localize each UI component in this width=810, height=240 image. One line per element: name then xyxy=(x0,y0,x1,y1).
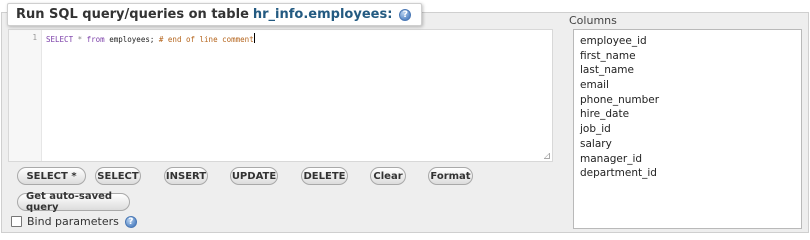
clear-button[interactable]: Clear xyxy=(370,167,406,185)
column-item[interactable]: email xyxy=(580,78,795,93)
columns-list[interactable]: employee_id first_name last_name email phone… xyxy=(573,29,802,229)
bind-parameters-label[interactable]: Bind parameters xyxy=(27,215,119,228)
format-button[interactable]: Format xyxy=(428,167,473,185)
select-button[interactable]: SELECT xyxy=(95,167,141,185)
sql-keyword-from: from xyxy=(86,35,105,44)
columns-title: Columns xyxy=(569,14,617,27)
sql-table-name: employees; xyxy=(109,35,155,44)
insert-button[interactable]: INSERT xyxy=(164,167,208,185)
update-button[interactable]: UPDATE xyxy=(230,167,278,185)
sql-comment: # end of line comment xyxy=(158,35,254,44)
get-autosaved-query-button[interactable]: Get auto-saved query xyxy=(17,191,130,213)
resize-grip-icon[interactable] xyxy=(544,153,550,159)
bind-parameters-checkbox[interactable] xyxy=(11,216,22,227)
editor-gutter: 1 xyxy=(9,30,42,161)
help-icon[interactable]: ? xyxy=(124,215,137,228)
text-cursor xyxy=(253,33,255,43)
column-item[interactable]: job_id xyxy=(580,122,795,137)
column-item[interactable]: first_name xyxy=(580,49,795,64)
column-item[interactable]: last_name xyxy=(580,63,795,78)
delete-button[interactable]: DELETE xyxy=(301,167,348,185)
bind-parameters-option[interactable]: Bind parameters ? xyxy=(11,215,137,228)
help-icon[interactable]: ? xyxy=(399,8,412,21)
sql-operator-star: * xyxy=(77,35,83,44)
line-number: 1 xyxy=(32,33,37,42)
column-item[interactable]: department_id xyxy=(580,166,795,181)
sql-code-line[interactable]: SELECT * from employees; # end of line c… xyxy=(46,33,255,44)
legend-prefix: Run SQL query/queries on table xyxy=(16,7,249,22)
sql-keyword-select: SELECT xyxy=(46,35,74,44)
legend-table-name: hr_info.employees: xyxy=(252,7,393,22)
column-item[interactable]: hire_date xyxy=(580,107,795,122)
sql-editor[interactable]: 1 SELECT * from employees; # end of line… xyxy=(8,29,553,162)
column-item[interactable]: salary xyxy=(580,137,795,152)
panel-legend: Run SQL query/queries on table hr_info.e… xyxy=(7,3,423,26)
column-item[interactable]: phone_number xyxy=(580,93,795,108)
column-item[interactable]: manager_id xyxy=(580,152,795,167)
select-star-button[interactable]: SELECT * xyxy=(17,167,86,185)
column-item[interactable]: employee_id xyxy=(580,34,795,49)
